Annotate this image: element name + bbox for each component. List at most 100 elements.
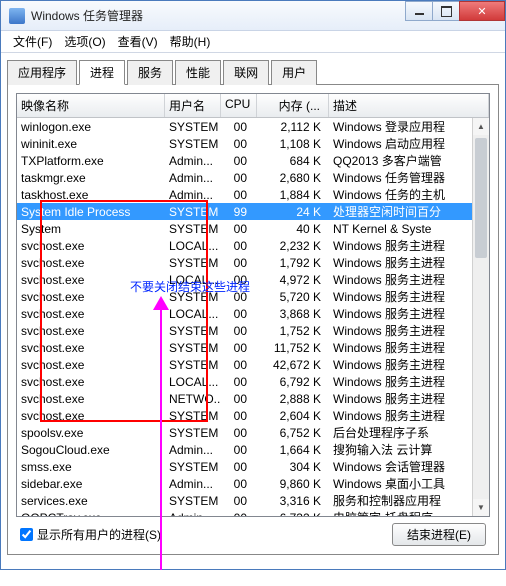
cell-user: SYSTEM — [165, 205, 221, 219]
cell-desc: 处理器空闲时间百分 — [329, 203, 489, 220]
cell-mem: 6,792 K — [257, 375, 329, 389]
cell-cpu: 00 — [221, 392, 257, 406]
titlebar[interactable]: Windows 任务管理器 — [1, 1, 505, 31]
table-row[interactable]: taskmgr.exeAdmin...002,680 KWindows 任务管理… — [17, 169, 489, 186]
table-row[interactable]: svchost.exeSYSTEM002,604 KWindows 服务主进程 — [17, 407, 489, 424]
show-all-users-checkbox[interactable]: 显示所有用户的进程(S) — [20, 526, 161, 543]
cell-desc: Windows 服务主进程 — [329, 254, 489, 271]
cell-cpu: 00 — [221, 239, 257, 253]
cell-mem: 1,108 K — [257, 137, 329, 151]
table-row[interactable]: sidebar.exeAdmin...009,860 KWindows 桌面小工… — [17, 475, 489, 492]
cell-desc: Windows 服务主进程 — [329, 288, 489, 305]
cell-mem: 2,680 K — [257, 171, 329, 185]
cell-cpu: 00 — [221, 256, 257, 270]
cell-mem: 6,732 K — [257, 511, 329, 517]
task-manager-window: Windows 任务管理器 文件(F) 选项(O) 查看(V) 帮助(H) 应用… — [0, 0, 506, 570]
cell-desc: Windows 服务主进程 — [329, 322, 489, 339]
cell-img: winlogon.exe — [17, 120, 165, 134]
maximize-button[interactable] — [432, 1, 460, 21]
scroll-down-icon[interactable]: ▼ — [473, 499, 489, 516]
cell-img: services.exe — [17, 494, 165, 508]
cell-cpu: 00 — [221, 460, 257, 474]
menu-options[interactable]: 选项(O) — [58, 33, 111, 50]
cell-user: LOCAL... — [165, 307, 221, 321]
process-rows[interactable]: winlogon.exeSYSTEM002,112 KWindows 登录应用程… — [17, 118, 489, 516]
cell-desc: Windows 服务主进程 — [329, 390, 489, 407]
table-row[interactable]: svchost.exeLOCAL...003,868 KWindows 服务主进… — [17, 305, 489, 322]
process-list[interactable]: 映像名称 用户名 CPU 内存 (... 描述 winlogon.exeSYST… — [16, 93, 490, 517]
tab-applications[interactable]: 应用程序 — [7, 60, 77, 85]
cell-user: SYSTEM — [165, 137, 221, 151]
table-row[interactable]: winlogon.exeSYSTEM002,112 KWindows 登录应用程 — [17, 118, 489, 135]
menu-view[interactable]: 查看(V) — [112, 33, 164, 50]
cell-mem: 684 K — [257, 154, 329, 168]
menubar: 文件(F) 选项(O) 查看(V) 帮助(H) — [1, 31, 505, 53]
table-row[interactable]: svchost.exeNETWO...002,888 KWindows 服务主进… — [17, 390, 489, 407]
cell-cpu: 00 — [221, 120, 257, 134]
table-row[interactable]: wininit.exeSYSTEM001,108 KWindows 启动应用程 — [17, 135, 489, 152]
scroll-thumb[interactable] — [475, 138, 487, 258]
minimize-button[interactable] — [405, 1, 433, 21]
close-button[interactable] — [459, 1, 505, 21]
cell-desc: Windows 任务的主机 — [329, 186, 489, 203]
tab-networking[interactable]: 联网 — [223, 60, 269, 85]
cell-cpu: 00 — [221, 137, 257, 151]
cell-desc: 服务和控制器应用程 — [329, 492, 489, 509]
col-desc[interactable]: 描述 — [329, 94, 489, 117]
cell-mem: 3,316 K — [257, 494, 329, 508]
cell-desc: Windows 服务主进程 — [329, 271, 489, 288]
cell-user: LOCAL... — [165, 375, 221, 389]
end-process-button[interactable]: 结束进程(E) — [392, 523, 486, 546]
table-row[interactable]: System Idle ProcessSYSTEM9924 K处理器空闲时间百分 — [17, 203, 489, 220]
col-mem[interactable]: 内存 (... — [257, 94, 329, 117]
cell-img: taskmgr.exe — [17, 171, 165, 185]
menu-help[interactable]: 帮助(H) — [164, 33, 217, 50]
cell-user: Admin... — [165, 477, 221, 491]
cell-user: SYSTEM — [165, 494, 221, 508]
cell-user: Admin... — [165, 443, 221, 457]
table-row[interactable]: svchost.exeSYSTEM0042,672 KWindows 服务主进程 — [17, 356, 489, 373]
tab-services[interactable]: 服务 — [127, 60, 173, 85]
table-row[interactable]: taskhost.exeAdmin...001,884 KWindows 任务的… — [17, 186, 489, 203]
show-all-users-input[interactable] — [20, 528, 33, 541]
cell-user: SYSTEM — [165, 324, 221, 338]
table-row[interactable]: services.exeSYSTEM003,316 K服务和控制器应用程 — [17, 492, 489, 509]
col-user[interactable]: 用户名 — [165, 94, 221, 117]
tab-processes[interactable]: 进程 — [79, 60, 125, 85]
cell-img: spoolsv.exe — [17, 426, 165, 440]
table-row[interactable]: svchost.exeSYSTEM001,752 KWindows 服务主进程 — [17, 322, 489, 339]
table-row[interactable]: spoolsv.exeSYSTEM006,752 K后台处理程序子系 — [17, 424, 489, 441]
cell-desc: 搜狗输入法 云计算 — [329, 441, 489, 458]
table-row[interactable]: svchost.exeLOCAL...006,792 KWindows 服务主进… — [17, 373, 489, 390]
table-row[interactable]: svchost.exeLOCAL...002,232 KWindows 服务主进… — [17, 237, 489, 254]
cell-cpu: 00 — [221, 154, 257, 168]
table-row[interactable]: SogouCloud.exeAdmin...001,664 K搜狗输入法 云计算 — [17, 441, 489, 458]
table-row[interactable]: svchost.exeSYSTEM005,720 KWindows 服务主进程 — [17, 288, 489, 305]
cell-user: LOCAL... — [165, 273, 221, 287]
vertical-scrollbar[interactable]: ▲ ▼ — [472, 118, 489, 516]
cell-mem: 1,664 K — [257, 443, 329, 457]
table-row[interactable]: smss.exeSYSTEM00304 KWindows 会话管理器 — [17, 458, 489, 475]
menu-file[interactable]: 文件(F) — [7, 33, 58, 50]
cell-img: SogouCloud.exe — [17, 443, 165, 457]
cell-cpu: 00 — [221, 358, 257, 372]
scroll-up-icon[interactable]: ▲ — [473, 118, 489, 135]
tab-performance[interactable]: 性能 — [175, 60, 221, 85]
cell-desc: 电脑管家-托盘程序 — [329, 509, 489, 516]
cell-user: SYSTEM — [165, 120, 221, 134]
cell-desc: QQ2013 多客户端管 — [329, 152, 489, 169]
table-row[interactable]: SystemSYSTEM0040 KNT Kernel & Syste — [17, 220, 489, 237]
window-title: Windows 任务管理器 — [31, 7, 406, 24]
table-row[interactable]: QQPCTray.exeAdmin...006,732 K电脑管家-托盘程序 — [17, 509, 489, 516]
tab-users[interactable]: 用户 — [271, 60, 317, 85]
table-row[interactable]: TXPlatform.exeAdmin...00684 KQQ2013 多客户端… — [17, 152, 489, 169]
table-row[interactable]: svchost.exeLOCAL...004,972 KWindows 服务主进… — [17, 271, 489, 288]
col-cpu[interactable]: CPU — [221, 94, 257, 117]
cell-desc: Windows 服务主进程 — [329, 373, 489, 390]
table-row[interactable]: svchost.exeSYSTEM0011,752 KWindows 服务主进程 — [17, 339, 489, 356]
col-image[interactable]: 映像名称 — [17, 94, 165, 117]
table-row[interactable]: svchost.exeSYSTEM001,792 KWindows 服务主进程 — [17, 254, 489, 271]
cell-user: SYSTEM — [165, 426, 221, 440]
tab-strip: 应用程序 进程 服务 性能 联网 用户 — [7, 59, 499, 85]
cell-cpu: 00 — [221, 443, 257, 457]
